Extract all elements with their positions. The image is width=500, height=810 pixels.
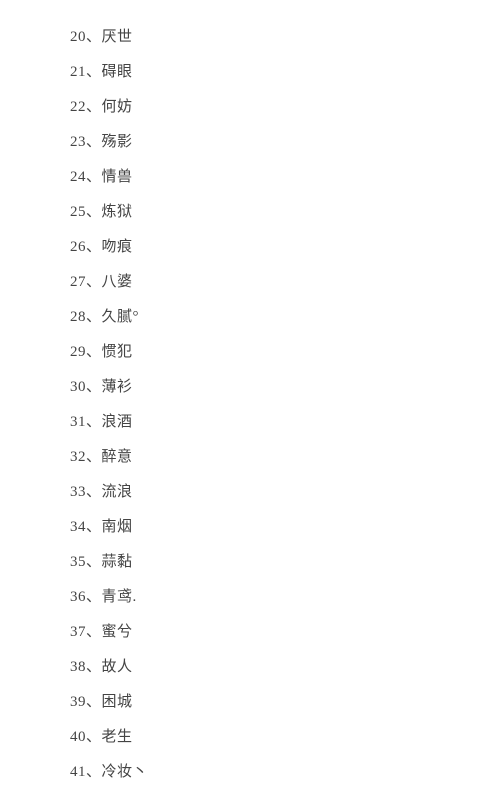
item-number: 39、 [70,694,102,710]
item-number: 24、 [70,169,102,185]
item-number: 36、 [70,589,102,605]
item-text: 久腻° [102,309,140,325]
item-number: 23、 [70,134,102,150]
item-number: 28、 [70,309,102,325]
list-item: 20、厌世 [70,20,430,55]
item-number: 20、 [70,29,102,45]
item-number: 32、 [70,449,102,465]
item-number: 25、 [70,204,102,220]
item-number: 33、 [70,484,102,500]
item-text: 老生 [102,729,133,745]
item-number: 29、 [70,344,102,360]
item-number: 34、 [70,519,102,535]
list-item: 39、困城 [70,685,430,720]
item-text: 浪酒 [102,414,133,430]
list-item: 22、何妨 [70,90,430,125]
item-text: 南烟 [102,519,133,535]
item-text: 冷妆丶 [102,764,149,780]
list-item: 27、八婆 [70,265,430,300]
item-number: 27、 [70,274,102,290]
list-item: 23、殇影 [70,125,430,160]
item-text: 困城 [102,694,133,710]
list-item: 33、流浪 [70,475,430,510]
item-text: 流浪 [102,484,133,500]
item-text: 薄衫 [102,379,133,395]
list-item: 28、久腻° [70,300,430,335]
item-text: 厌世 [102,29,133,45]
list-item: 35、蒜黏 [70,545,430,580]
list-item: 36、青鸢. [70,580,430,615]
list-item: 24、情兽 [70,160,430,195]
list-item: 30、薄衫 [70,370,430,405]
item-text: 吻痕 [102,239,133,255]
item-text: 八婆 [102,274,133,290]
list-item: 41、冷妆丶 [70,755,430,790]
item-text: 蒜黏 [102,554,133,570]
item-number: 37、 [70,624,102,640]
item-text: 情兽 [102,169,133,185]
list-item: 25、炼狱 [70,195,430,230]
item-text: 醉意 [102,449,133,465]
item-number: 21、 [70,64,102,80]
list-container: 20、厌世21、碍眼22、何妨23、殇影24、情兽25、炼狱26、吻痕27、八婆… [0,0,500,810]
list-item: 38、故人 [70,650,430,685]
item-number: 26、 [70,239,102,255]
item-number: 40、 [70,729,102,745]
item-number: 35、 [70,554,102,570]
list-item: 26、吻痕 [70,230,430,265]
list-item: 21、碍眼 [70,55,430,90]
item-number: 38、 [70,659,102,675]
list-item: 34、南烟 [70,510,430,545]
item-number: 41、 [70,764,102,780]
item-text: 青鸢. [102,589,137,605]
list-item: 29、惯犯 [70,335,430,370]
item-text: 炼狱 [102,204,133,220]
item-text: 何妨 [102,99,133,115]
item-number: 30、 [70,379,102,395]
item-text: 蜜兮 [102,624,133,640]
list-item: 37、蜜兮 [70,615,430,650]
item-number: 31、 [70,414,102,430]
item-number: 22、 [70,99,102,115]
item-text: 故人 [102,659,133,675]
list-item: 32、醉意 [70,440,430,475]
list-item: 40、老生 [70,720,430,755]
item-text: 碍眼 [102,64,133,80]
item-text: 殇影 [102,134,133,150]
item-text: 惯犯 [102,344,133,360]
list-item: 31、浪酒 [70,405,430,440]
